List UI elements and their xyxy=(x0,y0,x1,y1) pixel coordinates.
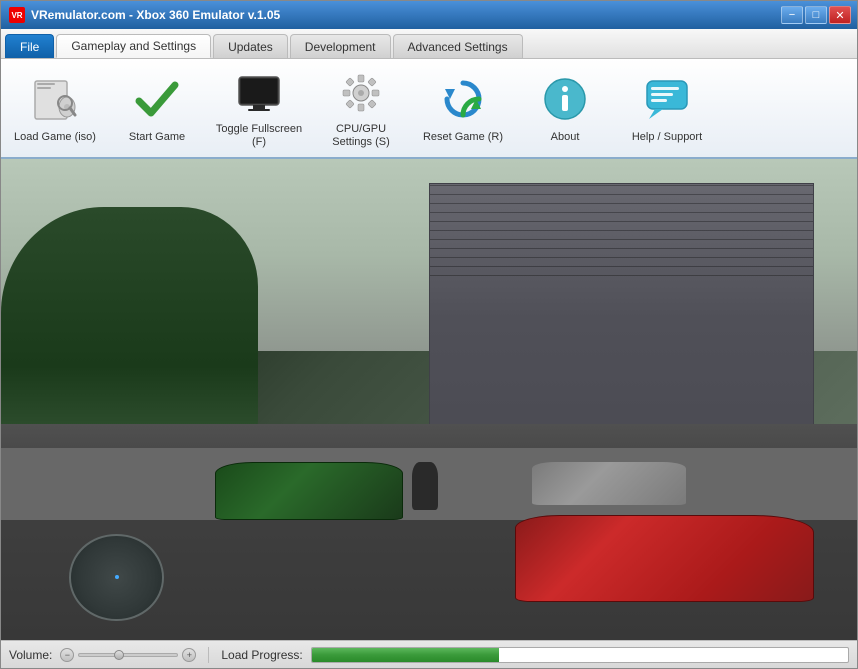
volume-control: − + xyxy=(60,648,196,662)
app-icon: VR xyxy=(9,7,25,23)
about-icon xyxy=(537,71,593,127)
tabs-bar: File Gameplay and Settings Updates Devel… xyxy=(1,29,857,59)
load-progress-label: Load Progress: xyxy=(221,648,302,662)
reset-icon xyxy=(435,71,491,127)
load-game-label: Load Game (iso) xyxy=(14,131,96,144)
scene-person xyxy=(412,462,438,510)
game-screenshot xyxy=(1,159,857,640)
help-support-label: Help / Support xyxy=(632,131,702,144)
volume-slider[interactable] xyxy=(78,653,178,657)
maximize-button[interactable]: □ xyxy=(805,6,827,24)
close-button[interactable]: ✕ xyxy=(829,6,851,24)
start-game-label: Start Game xyxy=(129,131,185,144)
game-area xyxy=(1,159,857,640)
title-bar-left: VR VRemulator.com - Xbox 360 Emulator v.… xyxy=(9,7,280,23)
load-game-icon xyxy=(27,71,83,127)
window-title: VRemulator.com - Xbox 360 Emulator v.1.0… xyxy=(31,8,280,22)
scene-car-gray xyxy=(532,462,686,505)
help-support-button[interactable]: Help / Support xyxy=(617,63,717,153)
scene-minimap xyxy=(69,534,163,621)
status-bar: Volume: − + Load Progress: xyxy=(1,640,857,668)
toolbar: Load Game (iso) Start Game xyxy=(1,59,857,159)
start-game-button[interactable]: Start Game xyxy=(107,63,207,153)
tab-advanced-settings[interactable]: Advanced Settings xyxy=(393,34,523,58)
scene-car-green xyxy=(215,462,403,520)
cpu-gpu-settings-label: CPU/GPU Settings (S) xyxy=(316,123,406,149)
main-window: VR VRemulator.com - Xbox 360 Emulator v.… xyxy=(0,0,858,669)
progress-bar xyxy=(311,647,849,663)
minimize-button[interactable]: − xyxy=(781,6,803,24)
tab-updates[interactable]: Updates xyxy=(213,34,288,58)
volume-thumb xyxy=(114,650,124,660)
load-game-button[interactable]: Load Game (iso) xyxy=(5,63,105,153)
volume-label: Volume: xyxy=(9,648,52,662)
volume-increase-button[interactable]: + xyxy=(182,648,196,662)
progress-fill xyxy=(312,648,500,662)
window-controls: − □ ✕ xyxy=(781,6,851,24)
status-separator xyxy=(208,647,209,663)
tab-gameplay[interactable]: Gameplay and Settings xyxy=(56,34,211,58)
volume-decrease-button[interactable]: − xyxy=(60,648,74,662)
about-label: About xyxy=(551,131,580,144)
title-bar: VR VRemulator.com - Xbox 360 Emulator v.… xyxy=(1,1,857,29)
fullscreen-icon xyxy=(231,67,287,119)
settings-icon xyxy=(333,67,389,119)
tab-file[interactable]: File xyxy=(5,34,54,58)
fullscreen-label: Toggle Fullscreen (F) xyxy=(214,123,304,149)
cpu-gpu-settings-button[interactable]: CPU/GPU Settings (S) xyxy=(311,63,411,153)
start-game-icon xyxy=(129,71,185,127)
tab-development[interactable]: Development xyxy=(290,34,391,58)
toggle-fullscreen-button[interactable]: Toggle Fullscreen (F) xyxy=(209,63,309,153)
reset-game-button[interactable]: Reset Game (R) xyxy=(413,63,513,153)
reset-game-label: Reset Game (R) xyxy=(423,131,503,144)
about-button[interactable]: About xyxy=(515,63,615,153)
scene-car-red xyxy=(515,515,815,602)
help-icon xyxy=(639,71,695,127)
